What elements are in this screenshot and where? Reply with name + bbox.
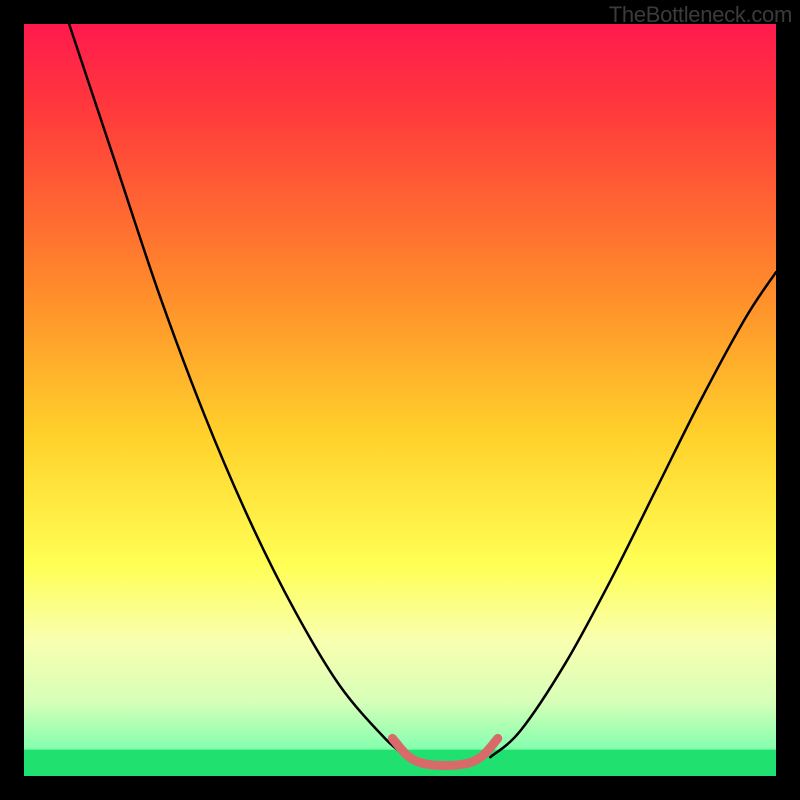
plot-area xyxy=(24,24,776,776)
chart-frame: TheBottleneck.com xyxy=(0,0,800,800)
watermark-text: TheBottleneck.com xyxy=(609,2,792,28)
gradient-background xyxy=(24,24,776,776)
chart-svg xyxy=(24,24,776,776)
